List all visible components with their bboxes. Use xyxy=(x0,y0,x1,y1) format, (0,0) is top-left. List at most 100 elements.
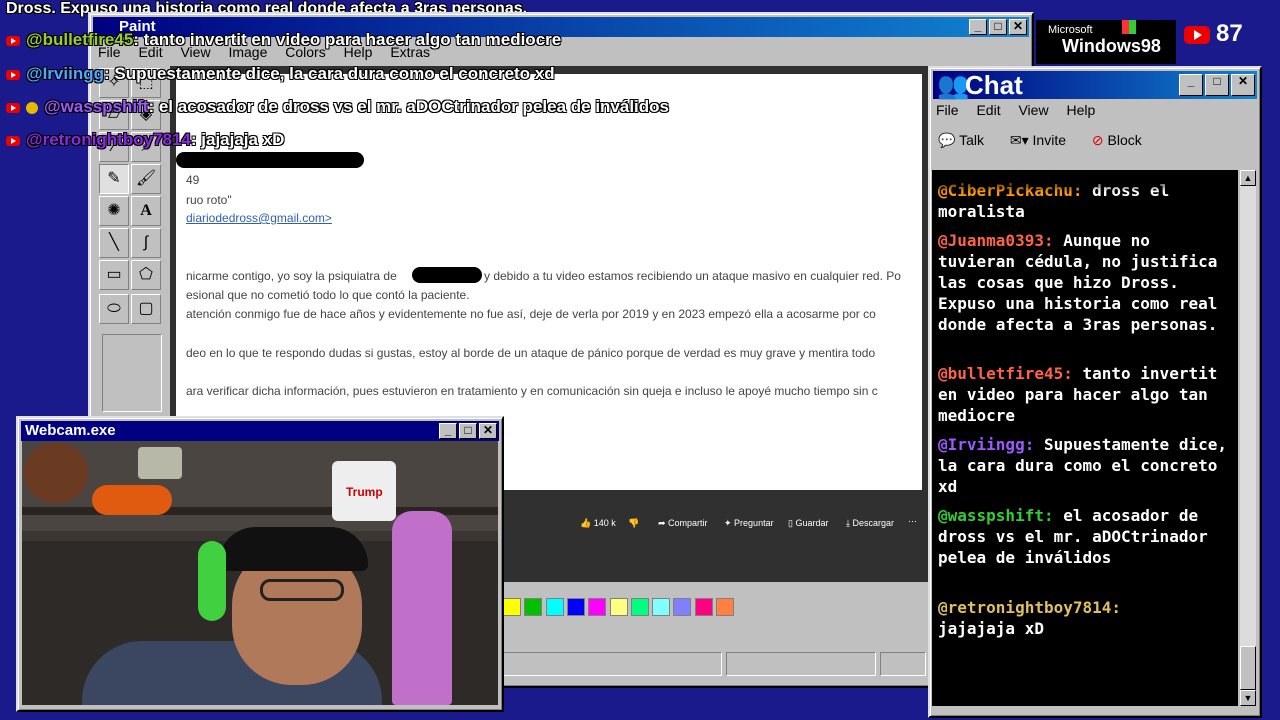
close-button[interactable]: ✕ xyxy=(479,423,497,439)
chat-message: @Juanma0393: Aunque no tuvieran cédula, … xyxy=(938,231,1218,334)
maximize-button[interactable]: □ xyxy=(989,19,1007,35)
ask-button[interactable]: ✦ Preguntar xyxy=(724,518,774,529)
curve-icon[interactable]: ∫ xyxy=(131,228,161,258)
color-swatch[interactable] xyxy=(652,598,671,616)
minimize-button[interactable]: _ xyxy=(969,19,987,35)
block-icon: ⊘ xyxy=(1091,132,1104,148)
line-icon[interactable]: ╲ xyxy=(99,228,129,258)
color-swatch[interactable] xyxy=(716,598,734,616)
overlay-chat-line: @Irviingg: Supuestamente dice, la cara d… xyxy=(6,64,555,84)
airbrush-icon[interactable]: ✺ xyxy=(99,196,129,226)
close-button[interactable]: ✕ xyxy=(1231,74,1255,96)
member-badge-icon xyxy=(26,101,38,114)
status-cell xyxy=(726,652,876,676)
glasses xyxy=(260,579,344,601)
download-button[interactable]: ⤓ Descargar xyxy=(846,518,894,529)
maximize-button[interactable]: □ xyxy=(459,423,477,439)
save-button[interactable]: ▯ Guardar xyxy=(788,518,828,529)
chat-titlebar[interactable]: 👥Chat _ □ ✕ xyxy=(933,71,1257,99)
doc-email-link[interactable]: diariodedross@gmail.com> xyxy=(186,211,332,225)
rectangle-icon[interactable]: ▭ xyxy=(99,260,129,290)
youtube-icon xyxy=(6,69,20,80)
doc-line: 49 xyxy=(186,173,200,187)
chat-message: @bulletfire45: tanto invertit en video p… xyxy=(938,364,1218,425)
chat-toolbar: 💬 Talk ✉▾ Invite ⊘ Block xyxy=(938,132,1142,149)
block-button[interactable]: ⊘ Block xyxy=(1092,132,1142,148)
doc-line: nicarme contigo, yo soy la psiquiatra de xyxy=(186,269,397,283)
color-swatch[interactable] xyxy=(609,598,628,616)
scroll-down-icon[interactable]: ▼ xyxy=(1240,690,1256,706)
chat-top-fade xyxy=(932,170,1238,192)
text-icon[interactable]: A xyxy=(131,196,161,226)
youtube-live-icon xyxy=(1184,25,1210,44)
palette-bar xyxy=(500,584,926,628)
person-cap xyxy=(218,527,368,571)
webcam-feed: Trump xyxy=(22,441,498,705)
doc-line: ara verificar dicha información, pues es… xyxy=(186,384,878,398)
chat-message: @Irviingg: Supuestamente dice, la cara d… xyxy=(938,435,1227,496)
more-icon[interactable]: ⋯ xyxy=(908,516,917,527)
talk-icon: 💬 xyxy=(938,132,956,148)
invite-button[interactable]: ✉▾ Invite xyxy=(1010,132,1066,148)
chat-menubar: File Edit View Help xyxy=(936,102,1109,118)
minimize-button[interactable]: _ xyxy=(1179,74,1203,96)
logo-text: Windows98 xyxy=(1062,36,1161,56)
doc-line: atención conmigo fue de hace años y evid… xyxy=(186,307,876,321)
youtube-icon xyxy=(6,102,20,113)
color-swatch[interactable] xyxy=(694,598,713,616)
brush-icon[interactable]: 🖌 xyxy=(131,164,161,194)
menu-view[interactable]: View xyxy=(1018,102,1048,118)
people-icon: 👥 xyxy=(937,70,970,100)
doc-line: ruo roto" xyxy=(186,193,232,207)
menu-help[interactable]: Help xyxy=(1066,102,1095,118)
doc-line: y debido a tu video estamos recibiendo u… xyxy=(484,269,901,283)
chat-message: @wasspshift: el acosador de dross vs el … xyxy=(938,506,1208,567)
talk-button[interactable]: 💬 Talk xyxy=(938,132,984,148)
rounded-rect-icon[interactable]: ▢ xyxy=(131,294,161,324)
dross-mask xyxy=(24,443,88,503)
polygon-icon[interactable]: ⬠ xyxy=(131,260,161,290)
overlay-chat-line: @retronightboy7814: jajajaja xD xyxy=(6,130,284,150)
maximize-button[interactable]: □ xyxy=(1205,74,1229,96)
share-button[interactable]: ➦ Compartir xyxy=(658,518,708,529)
pencil-icon[interactable]: ✎ xyxy=(99,164,129,194)
color-swatch[interactable] xyxy=(566,598,585,616)
minimize-button[interactable]: _ xyxy=(439,423,457,439)
status-cell xyxy=(880,652,926,676)
headphones xyxy=(198,541,226,621)
status-bar xyxy=(500,650,926,678)
color-swatch[interactable] xyxy=(588,598,607,616)
overlay-chat-line: @wasspshift: el acosador de dross vs el … xyxy=(6,97,669,117)
chat-message: @retronightboy7814: jajajaja xD xyxy=(938,598,1122,638)
color-swatch[interactable] xyxy=(503,598,521,616)
color-swatch[interactable] xyxy=(630,598,649,616)
menu-file[interactable]: File xyxy=(936,102,959,118)
chat-scrollbar[interactable]: ▲ ▼ xyxy=(1240,170,1256,706)
viewer-count: 87 xyxy=(1184,20,1243,48)
youtube-icon xyxy=(6,35,20,46)
color-swatch[interactable] xyxy=(673,598,692,616)
play-button-plaque xyxy=(138,447,182,479)
toilet-paper-label: Trump xyxy=(346,485,383,499)
windows-flag-icon xyxy=(1122,20,1136,34)
youtube-icon xyxy=(6,135,20,146)
webcam-titlebar[interactable]: Webcam.exe _ □ ✕ xyxy=(21,421,499,441)
chat-messages[interactable]: @CiberPickachu: dross el moralista @Juan… xyxy=(932,170,1238,706)
color-swatch[interactable] xyxy=(545,598,564,616)
joker-figure xyxy=(392,511,452,705)
menu-edit[interactable]: Edit xyxy=(976,102,1000,118)
viewer-count-number: 87 xyxy=(1216,20,1243,47)
scroll-thumb[interactable] xyxy=(1240,646,1256,690)
windows98-logo: Microsoft Windows98 xyxy=(1036,20,1176,64)
redacted-name xyxy=(412,267,482,283)
dislike-icon[interactable]: 👎 xyxy=(628,518,639,529)
color-swatch[interactable] xyxy=(524,598,543,616)
webcam-title: Webcam.exe xyxy=(25,422,116,439)
paint-toolbox: ✧ ⬚ ▱ ◈ ⁄ ⌕ ✎ 🖌 ✺ A ╲ ∫ ▭ ⬠ ⬭ ▢ xyxy=(98,68,166,414)
scroll-up-icon[interactable]: ▲ xyxy=(1240,170,1256,186)
like-button[interactable]: 👍 140 k xyxy=(580,518,616,529)
ellipse-icon[interactable]: ⬭ xyxy=(99,294,129,324)
flowers xyxy=(92,485,172,515)
tool-options-box xyxy=(102,334,162,412)
close-button[interactable]: ✕ xyxy=(1009,19,1027,35)
